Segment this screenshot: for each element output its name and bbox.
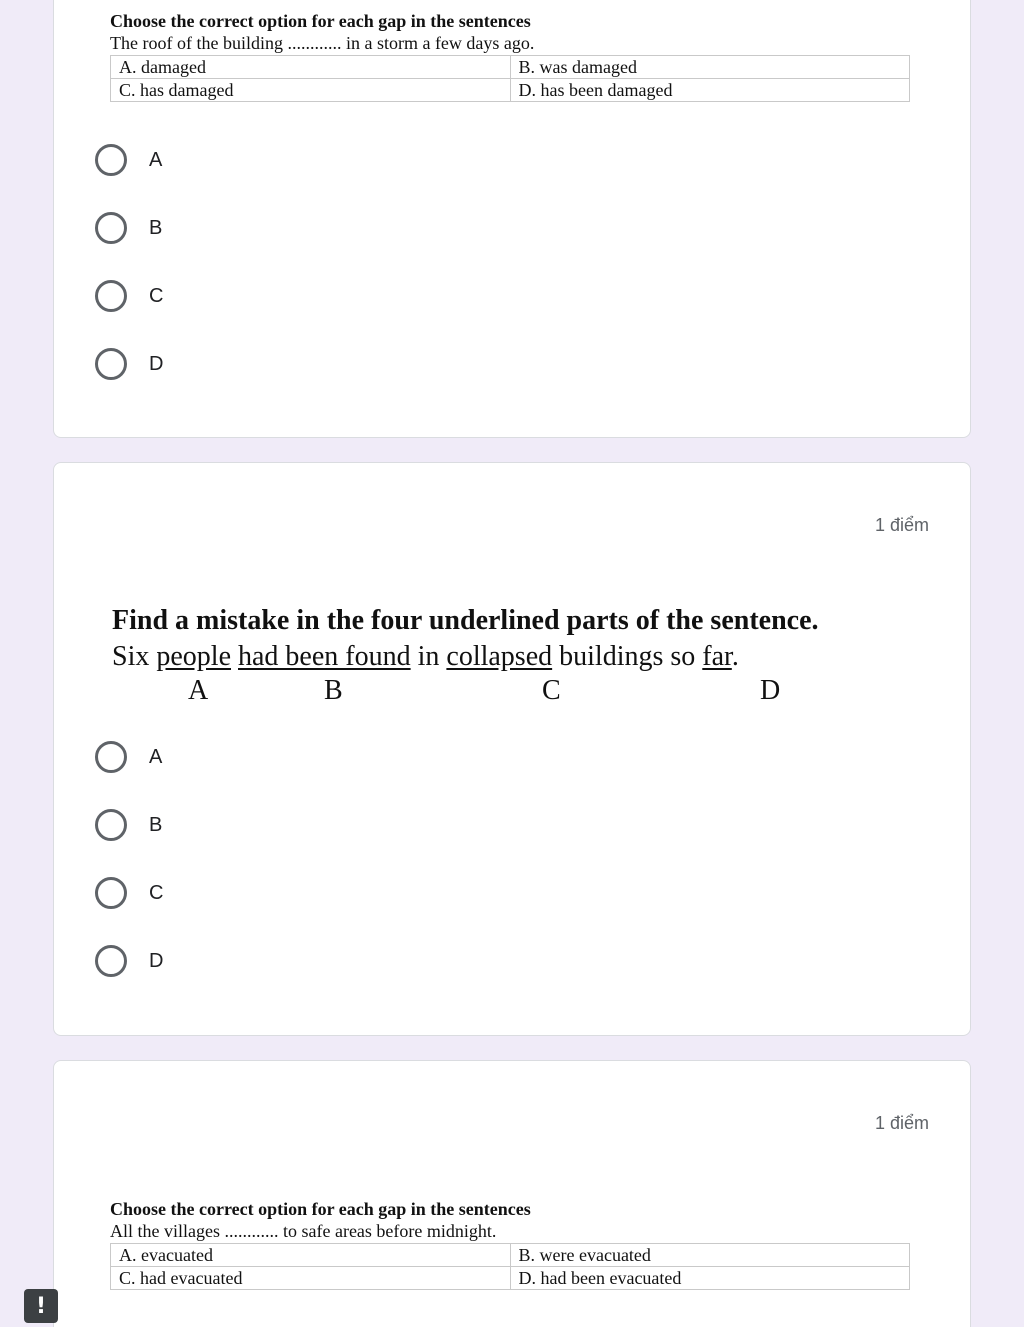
- part-letters: A B C D: [112, 675, 819, 711]
- radio-button[interactable]: [95, 280, 127, 312]
- options-table: A. damaged B. was damaged C. has damaged…: [110, 55, 910, 102]
- underlined-part-b: had been found: [238, 641, 411, 672]
- choice-d[interactable]: D: [95, 330, 163, 398]
- choice-label: D: [149, 949, 164, 972]
- choice-label: C: [149, 881, 164, 904]
- question-image-3: Choose the correct option for each gap i…: [110, 1198, 910, 1290]
- choice-c[interactable]: C: [95, 262, 163, 330]
- question-sentence: All the villages ............ to safe ar…: [110, 1221, 497, 1241]
- radio-button[interactable]: [95, 212, 127, 244]
- alert-icon[interactable]: !: [24, 1289, 58, 1323]
- radio-button[interactable]: [95, 877, 127, 909]
- question-heading: Choose the correct option for each gap i…: [110, 1199, 531, 1219]
- question-heading: Find a mistake in the four underlined pa…: [112, 605, 819, 636]
- choice-label: A: [149, 148, 163, 171]
- choice-label: C: [149, 284, 164, 307]
- question-image-1: Choose the correct option for each gap i…: [110, 10, 910, 102]
- part-letter-a: A: [188, 675, 209, 706]
- table-cell: C. has damaged: [110, 78, 511, 102]
- part-letter-c: C: [542, 675, 561, 706]
- choice-list: A B C D: [95, 126, 163, 398]
- radio-button[interactable]: [95, 809, 127, 841]
- table-row: C. has damaged D. has been damaged: [110, 78, 910, 102]
- choice-b[interactable]: B: [95, 791, 163, 859]
- table-row: A. evacuated B. were evacuated: [110, 1243, 910, 1267]
- sentence-text: [231, 641, 238, 672]
- question-heading: Choose the correct option for each gap i…: [110, 11, 531, 31]
- radio-button[interactable]: [95, 945, 127, 977]
- choice-a[interactable]: A: [95, 723, 163, 791]
- options-table: A. evacuated B. were evacuated C. had ev…: [110, 1243, 910, 1290]
- question-sentence: Six people had been found in collapsed b…: [112, 639, 819, 675]
- radio-button[interactable]: [95, 741, 127, 773]
- radio-button[interactable]: [95, 144, 127, 176]
- question-sentence: The roof of the building ............ in…: [110, 33, 535, 53]
- table-cell: D. has been damaged: [509, 78, 910, 102]
- choice-b[interactable]: B: [95, 194, 163, 262]
- underlined-part-c: collapsed: [446, 641, 553, 672]
- choice-d[interactable]: D: [95, 927, 163, 995]
- choice-label: B: [149, 216, 163, 239]
- choice-a[interactable]: A: [95, 126, 163, 194]
- table-row: C. had evacuated D. had been evacuated: [110, 1266, 910, 1290]
- underlined-part-d: far: [702, 641, 732, 672]
- part-letter-b: B: [324, 675, 343, 706]
- sentence-text: in: [410, 641, 447, 672]
- table-cell: D. had been evacuated: [509, 1266, 910, 1290]
- sentence-text: buildings so: [552, 641, 703, 672]
- points-label: 1 điểm: [874, 1113, 929, 1133]
- question-card-3: 1 điểm Choose the correct option for eac…: [53, 1060, 971, 1327]
- table-cell: A. evacuated: [110, 1243, 511, 1267]
- sentence-text: .: [731, 641, 739, 672]
- table-row: A. damaged B. was damaged: [110, 55, 910, 79]
- radio-button[interactable]: [95, 348, 127, 380]
- points-label: 1 điểm: [874, 515, 929, 535]
- table-cell: B. was damaged: [509, 55, 910, 79]
- choice-label: D: [149, 352, 164, 375]
- table-cell: A. damaged: [110, 55, 511, 79]
- question-card-2: 1 điểm Find a mistake in the four underl…: [53, 462, 971, 1036]
- table-cell: B. were evacuated: [509, 1243, 910, 1267]
- table-cell: C. had evacuated: [110, 1266, 511, 1290]
- part-letter-d: D: [760, 675, 781, 706]
- sentence-text: Six: [112, 641, 157, 672]
- underlined-part-a: people: [156, 641, 231, 672]
- question-card-1: Choose the correct option for each gap i…: [53, 0, 971, 438]
- choice-list: A B C D: [95, 723, 163, 995]
- choice-c[interactable]: C: [95, 859, 163, 927]
- question-image-2: Find a mistake in the four underlined pa…: [112, 603, 819, 711]
- choice-label: A: [149, 745, 163, 768]
- choice-label: B: [149, 813, 163, 836]
